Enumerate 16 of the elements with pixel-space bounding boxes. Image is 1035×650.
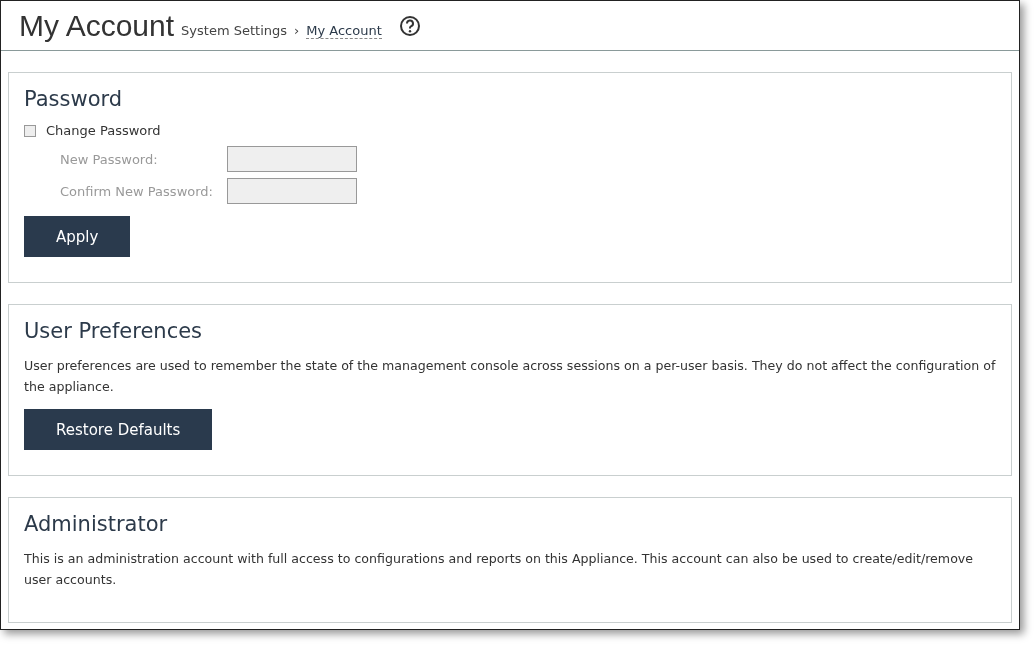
breadcrumb-link[interactable]: System Settings [181, 23, 287, 38]
field-label: New Password: [60, 151, 159, 167]
section-heading: User Preferences [24, 319, 204, 343]
section-heading: Password [24, 87, 124, 111]
help-icon[interactable] [398, 14, 421, 37]
description-text: User preferences are used to remember the state of the management console across sessions on a per-user basis. They do not affect the configuration of the appliance. [24, 357, 996, 396]
field-label: Confirm New Password: [60, 183, 214, 199]
page-title: My Account [19, 8, 175, 43]
breadcrumb-link[interactable]: My Account [306, 22, 382, 39]
description-text: This is an administration account with full access to configurations and reports on this Appliance. This account can also be used to create/edit/remove user accounts. [24, 550, 975, 589]
apply-button[interactable]: Apply [24, 216, 131, 257]
breadcrumb-separator: › [294, 23, 300, 38]
checkbox[interactable] [24, 124, 36, 137]
restore-defaults-button[interactable]: Restore Defaults [24, 409, 213, 450]
section-heading: Administrator [24, 512, 169, 536]
checkbox-label[interactable]: Change Password [46, 123, 161, 138]
